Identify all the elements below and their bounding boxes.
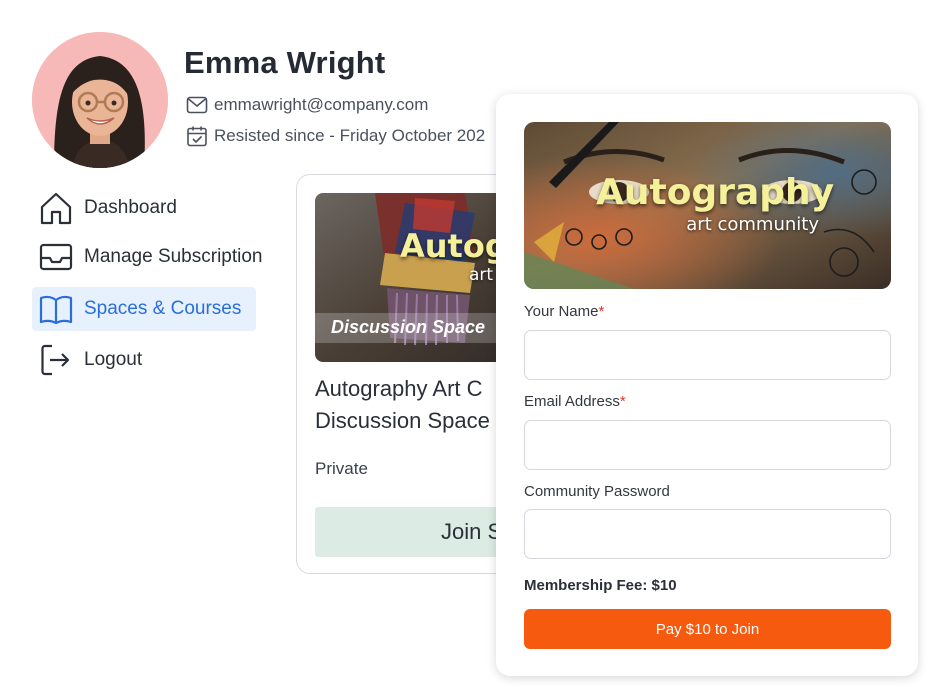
course-privacy: Private: [315, 459, 368, 478]
password-label: Community Password: [524, 483, 670, 500]
email-label: Email Address*: [524, 393, 626, 410]
name-label-text: Your Name: [524, 303, 599, 320]
profile-name: Emma Wright: [184, 45, 386, 80]
sidebar-item-label: Logout: [84, 349, 143, 370]
home-icon: [40, 192, 72, 225]
sidebar-item-spaces-courses[interactable]: Spaces & Courses: [32, 287, 256, 331]
sidebar-item-dashboard[interactable]: Dashboard: [32, 186, 256, 230]
email-label-text: Email Address: [524, 393, 620, 410]
sidebar-item-label: Dashboard: [84, 197, 177, 218]
sidebar-item-label: Manage Subscription: [84, 246, 263, 267]
mail-icon: [186, 96, 208, 114]
join-community-modal: Autography art community Your Name* Emai…: [496, 94, 918, 676]
course-thumbnail-subtitle: art: [469, 265, 494, 285]
community-banner: Autography art community: [524, 122, 891, 289]
sidebar-item-logout[interactable]: Logout: [32, 338, 256, 382]
course-thumbnail-caption: Discussion Space: [331, 317, 486, 337]
profile-email-text: emmawright@company.com: [214, 95, 429, 114]
course-title-line2: Discussion Space: [315, 408, 490, 433]
banner-subtitle: art community: [686, 214, 819, 235]
profile-since: Resisted since - Friday October 202: [186, 125, 485, 147]
avatar: [32, 32, 168, 168]
sidebar-item-label: Spaces & Courses: [84, 298, 242, 319]
book-open-icon: [39, 295, 73, 325]
course-title: Autography Art C Discussion Space: [315, 373, 490, 437]
required-mark: *: [619, 393, 626, 410]
banner-title: Autography: [596, 172, 835, 213]
sidebar-item-manage-subscription[interactable]: Manage Subscription: [32, 235, 263, 279]
calendar-check-icon: [187, 126, 207, 147]
course-title-line1: Autography Art C: [315, 376, 483, 401]
course-thumbnail-title: Autog: [400, 227, 508, 265]
membership-fee: Membership Fee: $10: [524, 577, 677, 594]
email-address-input[interactable]: [524, 420, 891, 470]
profile-since-text: Resisted since - Friday October 202: [214, 126, 486, 145]
name-label: Your Name*: [524, 303, 604, 320]
required-mark: *: [598, 303, 605, 320]
inbox-icon: [39, 243, 73, 271]
your-name-input[interactable]: [524, 330, 891, 380]
pay-to-join-button[interactable]: Pay $10 to Join: [524, 609, 891, 649]
profile-email: emmawright@company.com: [186, 95, 428, 115]
community-password-input[interactable]: [524, 509, 891, 559]
logout-icon: [41, 344, 70, 376]
